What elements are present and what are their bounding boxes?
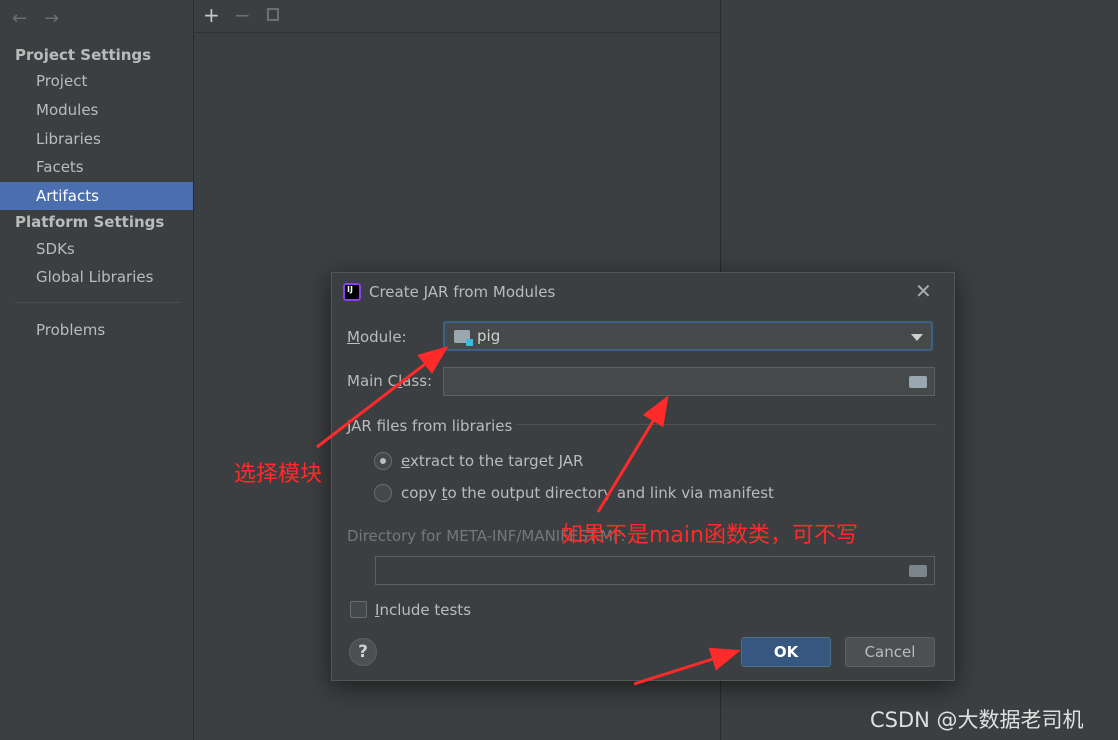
annotation-select-module: 选择模块 (234, 462, 323, 487)
annotation-arrows (316, 346, 741, 686)
csdn-watermark: CSDN @大数据老司机 (870, 708, 1084, 732)
annotation-main-class-note: 如果不是main函数类，可不写 (561, 523, 858, 548)
arrow-to-main-class (596, 395, 669, 513)
arrow-to-module (316, 346, 449, 449)
arrow-to-ok (633, 647, 741, 686)
